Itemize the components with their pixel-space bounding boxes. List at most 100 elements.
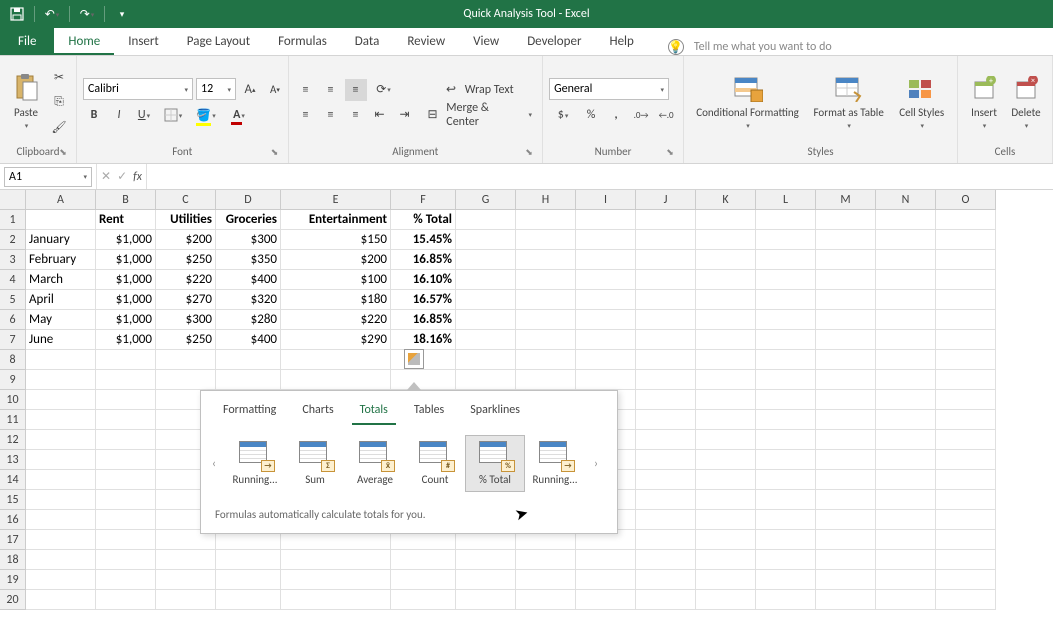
cell[interactable] xyxy=(756,310,816,330)
cell[interactable] xyxy=(516,350,576,370)
cell[interactable] xyxy=(816,370,876,390)
clipboard-dialog-launcher[interactable]: ⬊ xyxy=(58,147,68,157)
cell[interactable] xyxy=(876,210,936,230)
cell[interactable]: $320 xyxy=(216,290,281,310)
tell-me[interactable]: 💡 Tell me what you want to do xyxy=(668,39,832,55)
cell[interactable] xyxy=(96,510,156,530)
align-top-button[interactable]: ≡ xyxy=(295,79,317,101)
tab-formulas[interactable]: Formulas xyxy=(264,28,341,55)
cell[interactable] xyxy=(756,230,816,250)
cell[interactable] xyxy=(26,410,96,430)
cell[interactable] xyxy=(696,470,756,490)
cell[interactable] xyxy=(876,570,936,590)
cell[interactable] xyxy=(936,450,996,470)
wrap-text-button[interactable]: ↩ Wrap Text xyxy=(424,79,537,101)
cell[interactable] xyxy=(696,210,756,230)
cell[interactable] xyxy=(576,290,636,310)
cell[interactable]: May xyxy=(26,310,96,330)
cell[interactable] xyxy=(876,490,936,510)
cell[interactable] xyxy=(576,210,636,230)
qa-item-sum[interactable]: ΣSum xyxy=(285,435,345,492)
cell[interactable] xyxy=(576,230,636,250)
fx-icon[interactable]: fx xyxy=(133,170,142,184)
cell[interactable] xyxy=(876,470,936,490)
bold-button[interactable]: B xyxy=(83,104,105,126)
cell[interactable] xyxy=(26,490,96,510)
alignment-dialog-launcher[interactable]: ⬊ xyxy=(524,147,534,157)
cell[interactable]: $100 xyxy=(281,270,391,290)
cell[interactable] xyxy=(816,470,876,490)
cell[interactable]: 16.57% xyxy=(391,290,456,310)
font-dialog-launcher[interactable]: ⬊ xyxy=(270,147,280,157)
cell[interactable] xyxy=(876,510,936,530)
align-middle-button[interactable]: ≡ xyxy=(320,79,342,101)
cell[interactable] xyxy=(456,210,516,230)
cell[interactable] xyxy=(816,290,876,310)
cell[interactable]: March xyxy=(26,270,96,290)
cell[interactable] xyxy=(876,270,936,290)
cell[interactable] xyxy=(636,290,696,310)
cell[interactable] xyxy=(756,550,816,570)
qa-item-average[interactable]: x̄Average xyxy=(345,435,405,492)
row-header-20[interactable]: 20 xyxy=(0,590,26,610)
cell[interactable] xyxy=(281,350,391,370)
cell[interactable]: $290 xyxy=(281,330,391,350)
cell[interactable] xyxy=(756,430,816,450)
redo-button[interactable]: ↷▾ xyxy=(76,3,98,25)
tab-help[interactable]: Help xyxy=(595,28,647,55)
font-name-combo[interactable]: Calibri▾ xyxy=(83,78,193,100)
cell[interactable] xyxy=(26,430,96,450)
cell[interactable] xyxy=(636,450,696,470)
cell-styles-button[interactable]: Cell Styles ▾ xyxy=(892,71,951,134)
cell[interactable] xyxy=(816,410,876,430)
cell[interactable] xyxy=(516,290,576,310)
cell[interactable] xyxy=(456,370,516,390)
cell[interactable] xyxy=(876,410,936,430)
col-header-B[interactable]: B xyxy=(96,190,156,210)
cell[interactable] xyxy=(936,370,996,390)
cell[interactable] xyxy=(816,270,876,290)
cell[interactable] xyxy=(936,210,996,230)
cell[interactable] xyxy=(96,490,156,510)
cell[interactable] xyxy=(816,230,876,250)
cell[interactable] xyxy=(816,590,876,610)
delete-cells-button[interactable]: ×Delete▾ xyxy=(1006,71,1046,134)
number-format-combo[interactable]: General▾ xyxy=(549,78,669,100)
cell[interactable] xyxy=(696,290,756,310)
cell[interactable] xyxy=(156,570,216,590)
cell[interactable] xyxy=(636,530,696,550)
quick-analysis-button[interactable] xyxy=(404,349,424,369)
italic-button[interactable]: I xyxy=(108,104,130,126)
row-header-15[interactable]: 15 xyxy=(0,490,26,510)
tab-file[interactable]: File xyxy=(0,28,54,55)
cell[interactable] xyxy=(756,370,816,390)
row-header-11[interactable]: 11 xyxy=(0,410,26,430)
cell[interactable] xyxy=(696,410,756,430)
cell[interactable] xyxy=(96,430,156,450)
row-header-4[interactable]: 4 xyxy=(0,270,26,290)
cell[interactable]: $1,000 xyxy=(96,250,156,270)
cell[interactable] xyxy=(516,570,576,590)
cell[interactable] xyxy=(456,310,516,330)
row-header-17[interactable]: 17 xyxy=(0,530,26,550)
cell[interactable] xyxy=(26,390,96,410)
accept-formula-icon[interactable]: ✓ xyxy=(117,169,127,184)
row-header-5[interactable]: 5 xyxy=(0,290,26,310)
format-painter-button[interactable]: 🖌 xyxy=(48,116,70,138)
cell[interactable] xyxy=(756,410,816,430)
cell[interactable] xyxy=(636,430,696,450)
cell[interactable] xyxy=(756,270,816,290)
cell[interactable] xyxy=(456,330,516,350)
cell[interactable] xyxy=(816,450,876,470)
cell[interactable] xyxy=(391,550,456,570)
cell[interactable] xyxy=(696,330,756,350)
row-header-8[interactable]: 8 xyxy=(0,350,26,370)
cell[interactable] xyxy=(816,330,876,350)
col-header-H[interactable]: H xyxy=(516,190,576,210)
cell[interactable] xyxy=(156,550,216,570)
cell[interactable] xyxy=(876,350,936,370)
percent-format-button[interactable]: % xyxy=(580,104,602,126)
col-header-D[interactable]: D xyxy=(216,190,281,210)
cell[interactable]: 16.85% xyxy=(391,250,456,270)
cell[interactable] xyxy=(756,250,816,270)
